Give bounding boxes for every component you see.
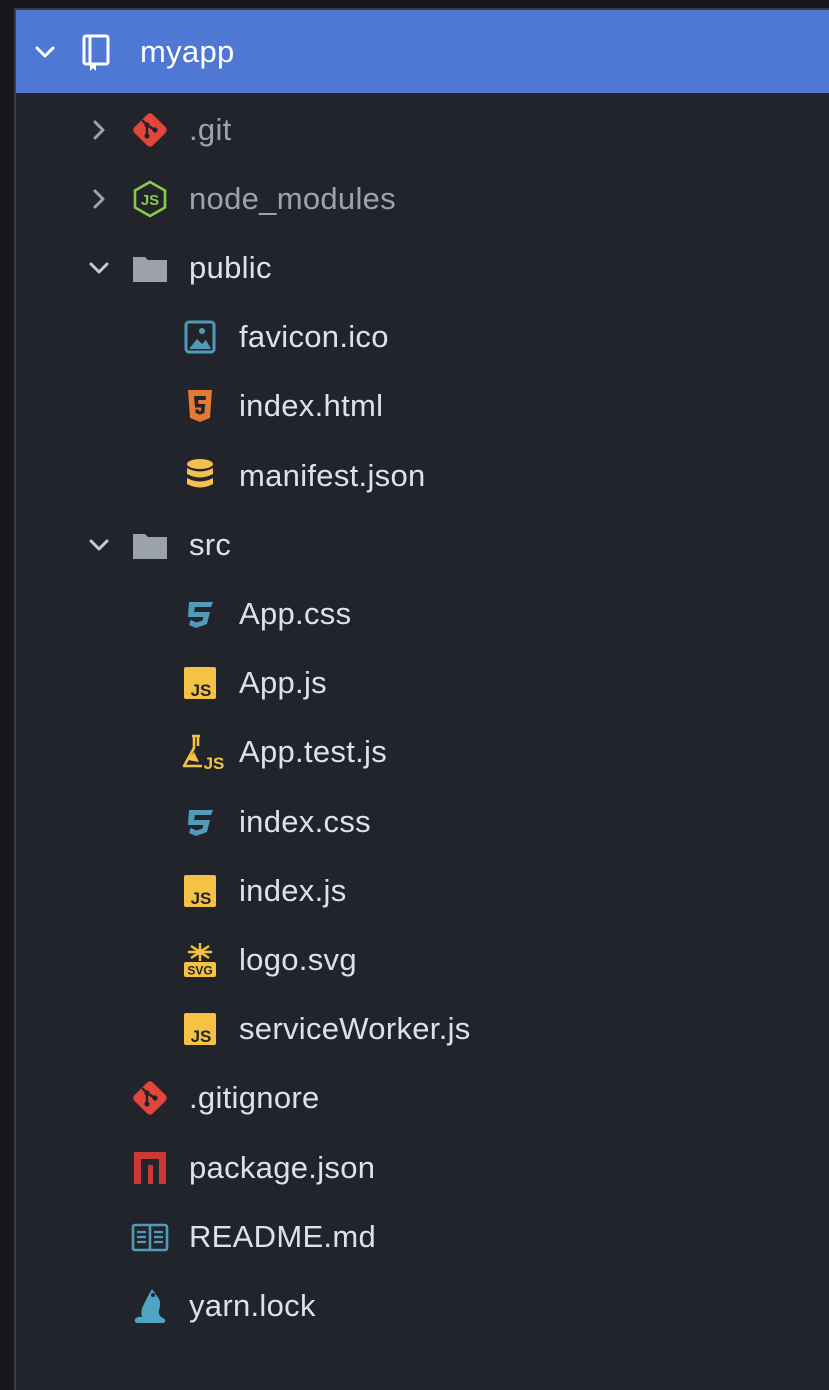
svg-text:JS: JS	[191, 681, 212, 700]
file-tree-panel: myapp .git JS node_modules public favicon…	[14, 8, 829, 1390]
chevron-down-icon[interactable]	[88, 257, 110, 279]
git-icon	[130, 1078, 170, 1118]
tree-file-manifest-json[interactable]: manifest.json	[16, 441, 829, 510]
tree-file-gitignore[interactable]: .gitignore	[16, 1064, 829, 1133]
tree-folder-git[interactable]: .git	[16, 95, 829, 164]
svg-icon: SVG	[180, 940, 220, 980]
css3-icon	[180, 802, 220, 842]
tree-file-app-js[interactable]: JS App.js	[16, 649, 829, 718]
npm-icon	[130, 1148, 170, 1188]
git-icon	[130, 110, 170, 150]
tree-item-label: manifest.json	[239, 457, 426, 493]
js-icon: JS	[180, 663, 220, 703]
tree-item-label: node_modules	[189, 180, 396, 216]
tree-item-label: index.html	[239, 388, 384, 424]
tree-file-app-css[interactable]: App.css	[16, 579, 829, 648]
database-icon	[180, 456, 220, 496]
chevron-right-icon[interactable]	[88, 119, 110, 141]
tree-root-myapp[interactable]: myapp	[16, 10, 829, 93]
svg-text:JS: JS	[191, 889, 212, 908]
tree-item-label: .git	[189, 111, 232, 147]
svg-text:JS: JS	[141, 192, 159, 209]
svg-text:JS: JS	[191, 1027, 212, 1046]
test-js-icon: JS	[180, 732, 228, 772]
tree-item-label: README.md	[189, 1218, 377, 1254]
chevron-down-icon[interactable]	[88, 534, 110, 556]
tree-file-app-test-js[interactable]: JS App.test.js	[16, 718, 829, 787]
html5-icon	[180, 386, 220, 426]
js-icon: JS	[180, 871, 220, 911]
folder-icon	[130, 525, 170, 565]
tree-folder-src[interactable]: src	[16, 510, 829, 579]
folder-icon	[130, 248, 170, 288]
tree-file-index-css[interactable]: index.css	[16, 787, 829, 856]
tree-file-package-json[interactable]: package.json	[16, 1133, 829, 1202]
tree-file-index-js[interactable]: JS index.js	[16, 856, 829, 925]
tree-file-index-html[interactable]: index.html	[16, 372, 829, 441]
tree-item-label: index.js	[239, 872, 347, 908]
image-icon	[180, 317, 220, 357]
tree-folder-public[interactable]: public	[16, 233, 829, 302]
css3-icon	[180, 594, 220, 634]
tree-item-label: index.css	[239, 803, 371, 839]
repo-icon	[76, 32, 116, 72]
tree-file-logo-svg[interactable]: SVG logo.svg	[16, 925, 829, 994]
svg-text:JS: JS	[204, 754, 225, 772]
tree-item-label: src	[189, 526, 232, 562]
tree-item-label: .gitignore	[189, 1080, 320, 1116]
readme-icon	[130, 1217, 170, 1257]
tree-file-serviceworker-js[interactable]: JS serviceWorker.js	[16, 995, 829, 1064]
tree-file-favicon-ico[interactable]: favicon.ico	[16, 303, 829, 372]
tree-item-label: logo.svg	[239, 941, 357, 977]
tree-item-label: favicon.ico	[239, 319, 389, 355]
nodejs-icon: JS	[130, 179, 170, 219]
tree-root-label: myapp	[140, 33, 235, 69]
tree-file-readme-md[interactable]: README.md	[16, 1202, 829, 1271]
yarn-icon	[130, 1286, 170, 1326]
tree-item-label: serviceWorker.js	[239, 1011, 471, 1047]
chevron-right-icon[interactable]	[88, 188, 110, 210]
tree-item-label: App.css	[239, 595, 352, 631]
svg-text:SVG: SVG	[187, 963, 212, 977]
tree-file-yarn-lock[interactable]: yarn.lock	[16, 1271, 829, 1340]
chevron-down-icon[interactable]	[34, 41, 56, 63]
tree-item-label: App.js	[239, 665, 327, 701]
tree-item-label: yarn.lock	[189, 1287, 316, 1323]
tree-item-label: public	[189, 249, 272, 285]
js-icon: JS	[180, 1009, 220, 1049]
tree-item-label: App.test.js	[239, 734, 388, 770]
tree-folder-node-modules[interactable]: JS node_modules	[16, 164, 829, 233]
tree-item-label: package.json	[189, 1149, 376, 1185]
